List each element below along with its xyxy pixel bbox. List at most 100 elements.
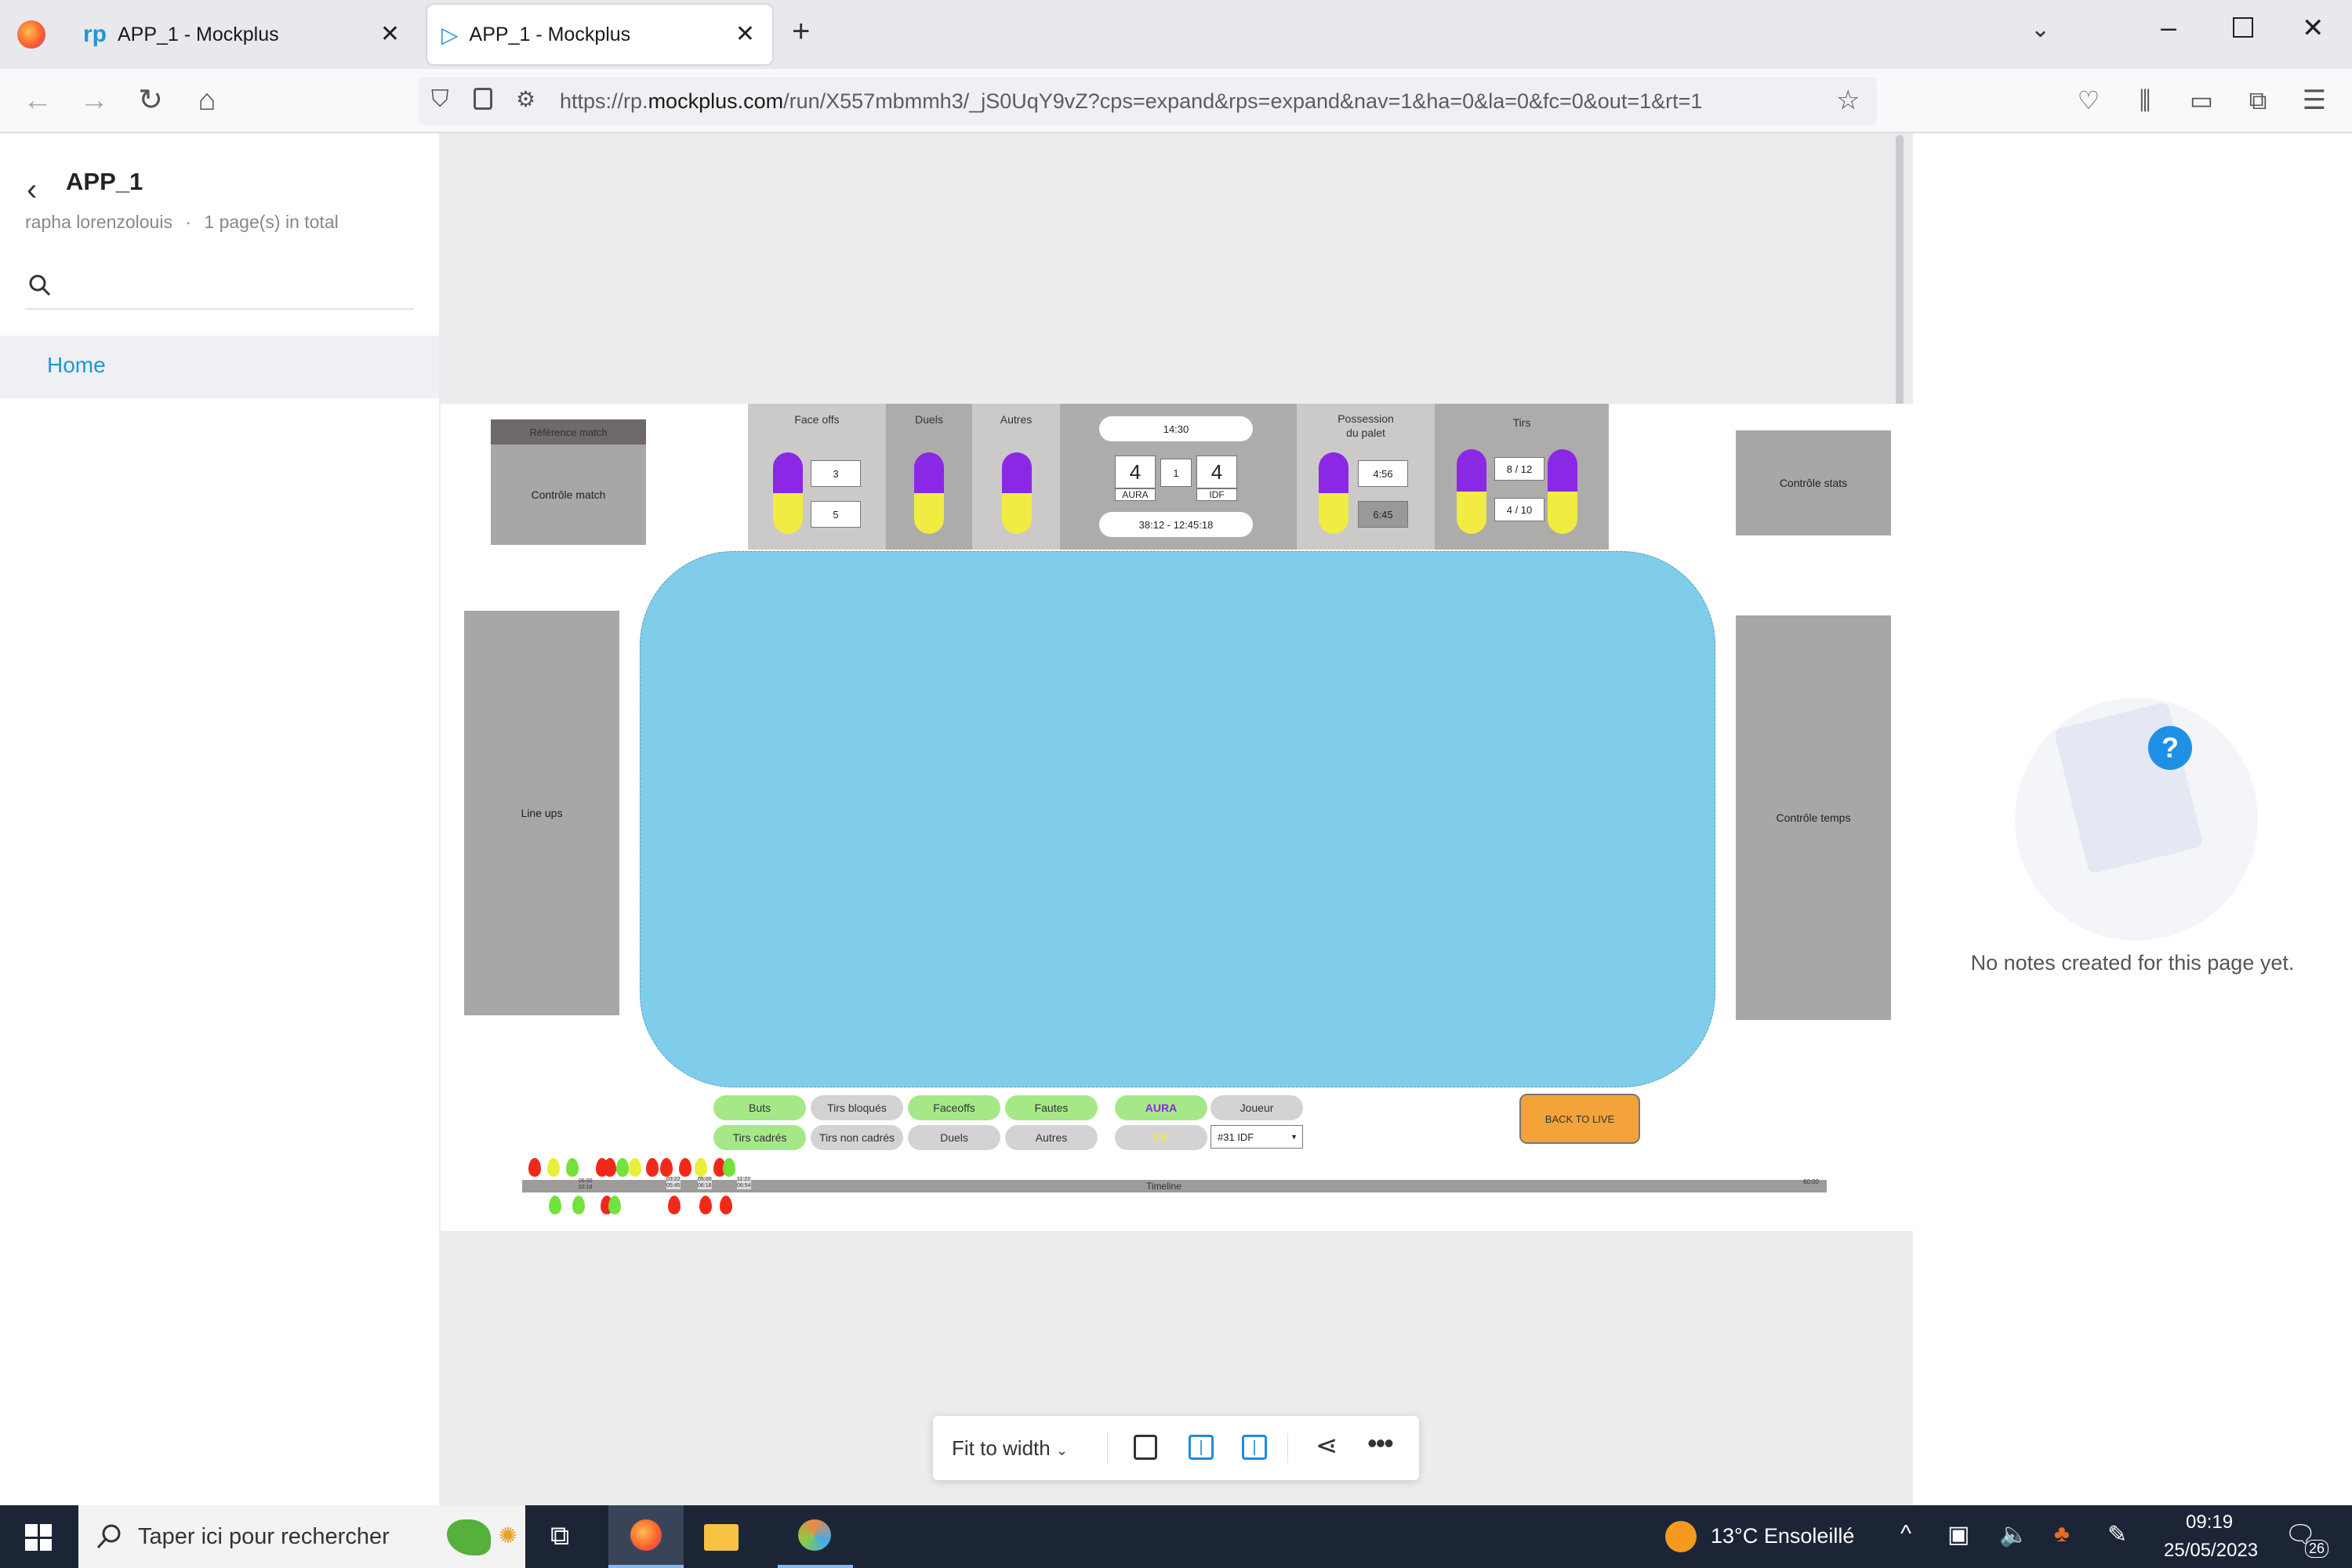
timeline-event-marker[interactable] [549, 1196, 561, 1214]
team-aura-button[interactable]: AURA [1115, 1095, 1207, 1120]
team-idf-button[interactable]: IDF [1115, 1125, 1207, 1150]
timeline-event-marker[interactable] [566, 1158, 579, 1177]
device-frame-icon[interactable] [1134, 1435, 1157, 1460]
weather-text[interactable]: 13°C Ensoleillé [1711, 1524, 1854, 1548]
timeline-event-marker[interactable] [547, 1158, 560, 1177]
weather-icon[interactable] [1665, 1521, 1697, 1552]
line-ups-panel[interactable]: Line ups [464, 611, 619, 1015]
back-to-live-button[interactable]: BACK TO LIVE [1519, 1094, 1640, 1144]
timeline-event-marker[interactable] [723, 1158, 735, 1177]
windows-start-icon[interactable] [25, 1524, 52, 1551]
filter-tirs-cadres[interactable]: Tirs cadrés [713, 1125, 806, 1150]
pocket-icon[interactable]: ♡ [2070, 83, 2107, 118]
url-text[interactable]: https://rp.mockplus.com/run/X557mbmmh3/_… [560, 89, 1702, 114]
notes-toggle-icon[interactable]: | [1242, 1435, 1267, 1460]
timeline-event-marker[interactable] [604, 1158, 616, 1177]
controle-stats-panel[interactable]: Contrôle stats [1736, 430, 1891, 535]
restore-button[interactable] [2233, 17, 2253, 38]
reload-icon[interactable]: ↻ [132, 83, 169, 118]
close-tab-icon[interactable]: ✕ [735, 20, 755, 48]
dropdown-arrow-icon: ▼ [1290, 1133, 1298, 1141]
filter-tirs-non-cadres[interactable]: Tirs non cadrés [811, 1125, 903, 1150]
task-view-icon[interactable]: ⧉ [550, 1521, 569, 1552]
player-select[interactable]: #31 IDF ▼ [1210, 1125, 1303, 1149]
bookmark-star-icon[interactable]: ☆ [1836, 85, 1860, 116]
forward-arrow-icon[interactable]: → [75, 83, 113, 118]
timeline-event-marker[interactable] [616, 1158, 629, 1177]
volume-icon[interactable]: 🔈 [1999, 1521, 2028, 1548]
sidebar-item-home[interactable]: Home [0, 336, 439, 398]
controle-match-panel[interactable]: Contrôle match [491, 445, 646, 545]
clock-time[interactable]: 09:19 [2186, 1512, 2233, 1534]
filter-tirs-bloques[interactable]: Tirs bloqués [811, 1095, 903, 1120]
pen-icon[interactable]: ✎ [2107, 1521, 2127, 1548]
search-icon[interactable] [28, 274, 52, 297]
filter-duels[interactable]: Duels [908, 1125, 1000, 1150]
controle-match-label: Contrôle match [531, 488, 606, 501]
close-tab-icon[interactable]: ✕ [380, 20, 400, 48]
filter-buts[interactable]: Buts [713, 1095, 806, 1120]
toolbar-divider [1107, 1433, 1108, 1463]
lock-icon[interactable] [474, 88, 492, 110]
timeline-event-marker[interactable] [695, 1158, 707, 1177]
home-icon[interactable]: ⌂ [188, 83, 226, 118]
back-arrow-icon[interactable]: ← [19, 83, 56, 118]
rink-area[interactable] [640, 551, 1715, 1087]
page-search-input[interactable] [25, 270, 414, 310]
more-options-icon[interactable]: ••• [1367, 1427, 1394, 1460]
clock-date[interactable]: 25/05/2023 [2164, 1540, 2258, 1562]
timeline-event-marker[interactable] [660, 1158, 673, 1177]
show-hidden-icons-chevron-icon[interactable]: ^ [1900, 1521, 1911, 1548]
browser-tab-bar: rp APP_1 - Mockplus ✕ ▷ APP_1 - Mockplus… [0, 0, 2352, 69]
timeline-event-marker[interactable] [629, 1158, 641, 1177]
timeline-event-marker[interactable] [572, 1196, 585, 1214]
firefox-taskbar-icon[interactable] [608, 1505, 684, 1568]
tab-app1-inactive[interactable]: rp APP_1 - Mockplus ✕ [72, 5, 417, 64]
address-bar[interactable]: ⛉ ⚙ https://rp.mockplus.com/run/X557mbmm… [419, 77, 1877, 125]
timeline-event-marker[interactable] [646, 1158, 659, 1177]
tab-list-chevron-icon[interactable]: ⌄ [2031, 16, 2050, 43]
home-team-label: AURA [1115, 488, 1156, 501]
search-icon [96, 1524, 121, 1549]
tab-app1-active[interactable]: ▷ APP_1 - Mockplus ✕ [427, 5, 772, 64]
timeline-event-marker[interactable] [679, 1158, 691, 1177]
filter-autres[interactable]: Autres [1005, 1125, 1098, 1150]
minimize-button[interactable]: – [2161, 11, 2176, 44]
network-icon[interactable]: ▣ [1947, 1521, 1969, 1548]
close-window-button[interactable]: ✕ [2302, 13, 2325, 44]
controle-temps-panel[interactable]: Contrôle temps [1736, 615, 1891, 1020]
timeline-event-marker[interactable] [668, 1196, 681, 1214]
sidebar-toggle-icon[interactable]: ▭ [2183, 83, 2220, 118]
face-offs-pill [773, 452, 803, 534]
project-meta: rapha lorenzolouis · 1 page(s) in total [25, 212, 339, 233]
paint-app-icon[interactable] [778, 1505, 853, 1568]
filter-faceoffs[interactable]: Faceoffs [908, 1095, 1000, 1120]
shield-icon[interactable]: ⛉ [431, 86, 449, 113]
back-chevron-icon[interactable]: ‹ [27, 172, 37, 208]
timeline-event-marker[interactable] [699, 1196, 712, 1214]
tirs-away-pill [1548, 449, 1577, 534]
hamburger-menu-icon[interactable]: ☰ [2296, 83, 2333, 118]
timeline-event-marker[interactable] [720, 1196, 732, 1214]
annotation-toggle-icon[interactable]: | [1189, 1435, 1214, 1460]
possession-home-value: 4:56 [1358, 460, 1408, 487]
timeline-event-marker[interactable] [528, 1158, 541, 1177]
filter-fautes[interactable]: Fautes [1005, 1095, 1098, 1120]
timeline-event-marker[interactable] [608, 1196, 621, 1214]
new-tab-button[interactable]: + [792, 14, 810, 49]
zoom-mode-select[interactable]: Fit to width ⌄ [952, 1436, 1068, 1461]
taskbar-search-box[interactable]: Taper ici pour rechercher ✺ [78, 1505, 525, 1568]
duels-title: Duels [915, 413, 943, 426]
firefox-menu-icon[interactable] [17, 20, 45, 49]
share-icon[interactable]: ⋖ [1316, 1430, 1338, 1461]
away-team-label: IDF [1196, 488, 1237, 501]
app-tray-icon[interactable]: ♣ [2054, 1521, 2070, 1548]
library-icon[interactable]: ⫼ [2126, 83, 2164, 118]
match-clock: 14:30 [1099, 416, 1253, 441]
permissions-icon[interactable]: ⚙ [516, 86, 535, 112]
face-offs-away-value: 5 [811, 501, 861, 528]
autres-title: Autres [1000, 413, 1033, 426]
extensions-icon[interactable]: ⧉ [2239, 83, 2277, 118]
time-range: 38:12 - 12:45:18 [1099, 512, 1253, 537]
file-explorer-icon[interactable] [704, 1524, 739, 1551]
